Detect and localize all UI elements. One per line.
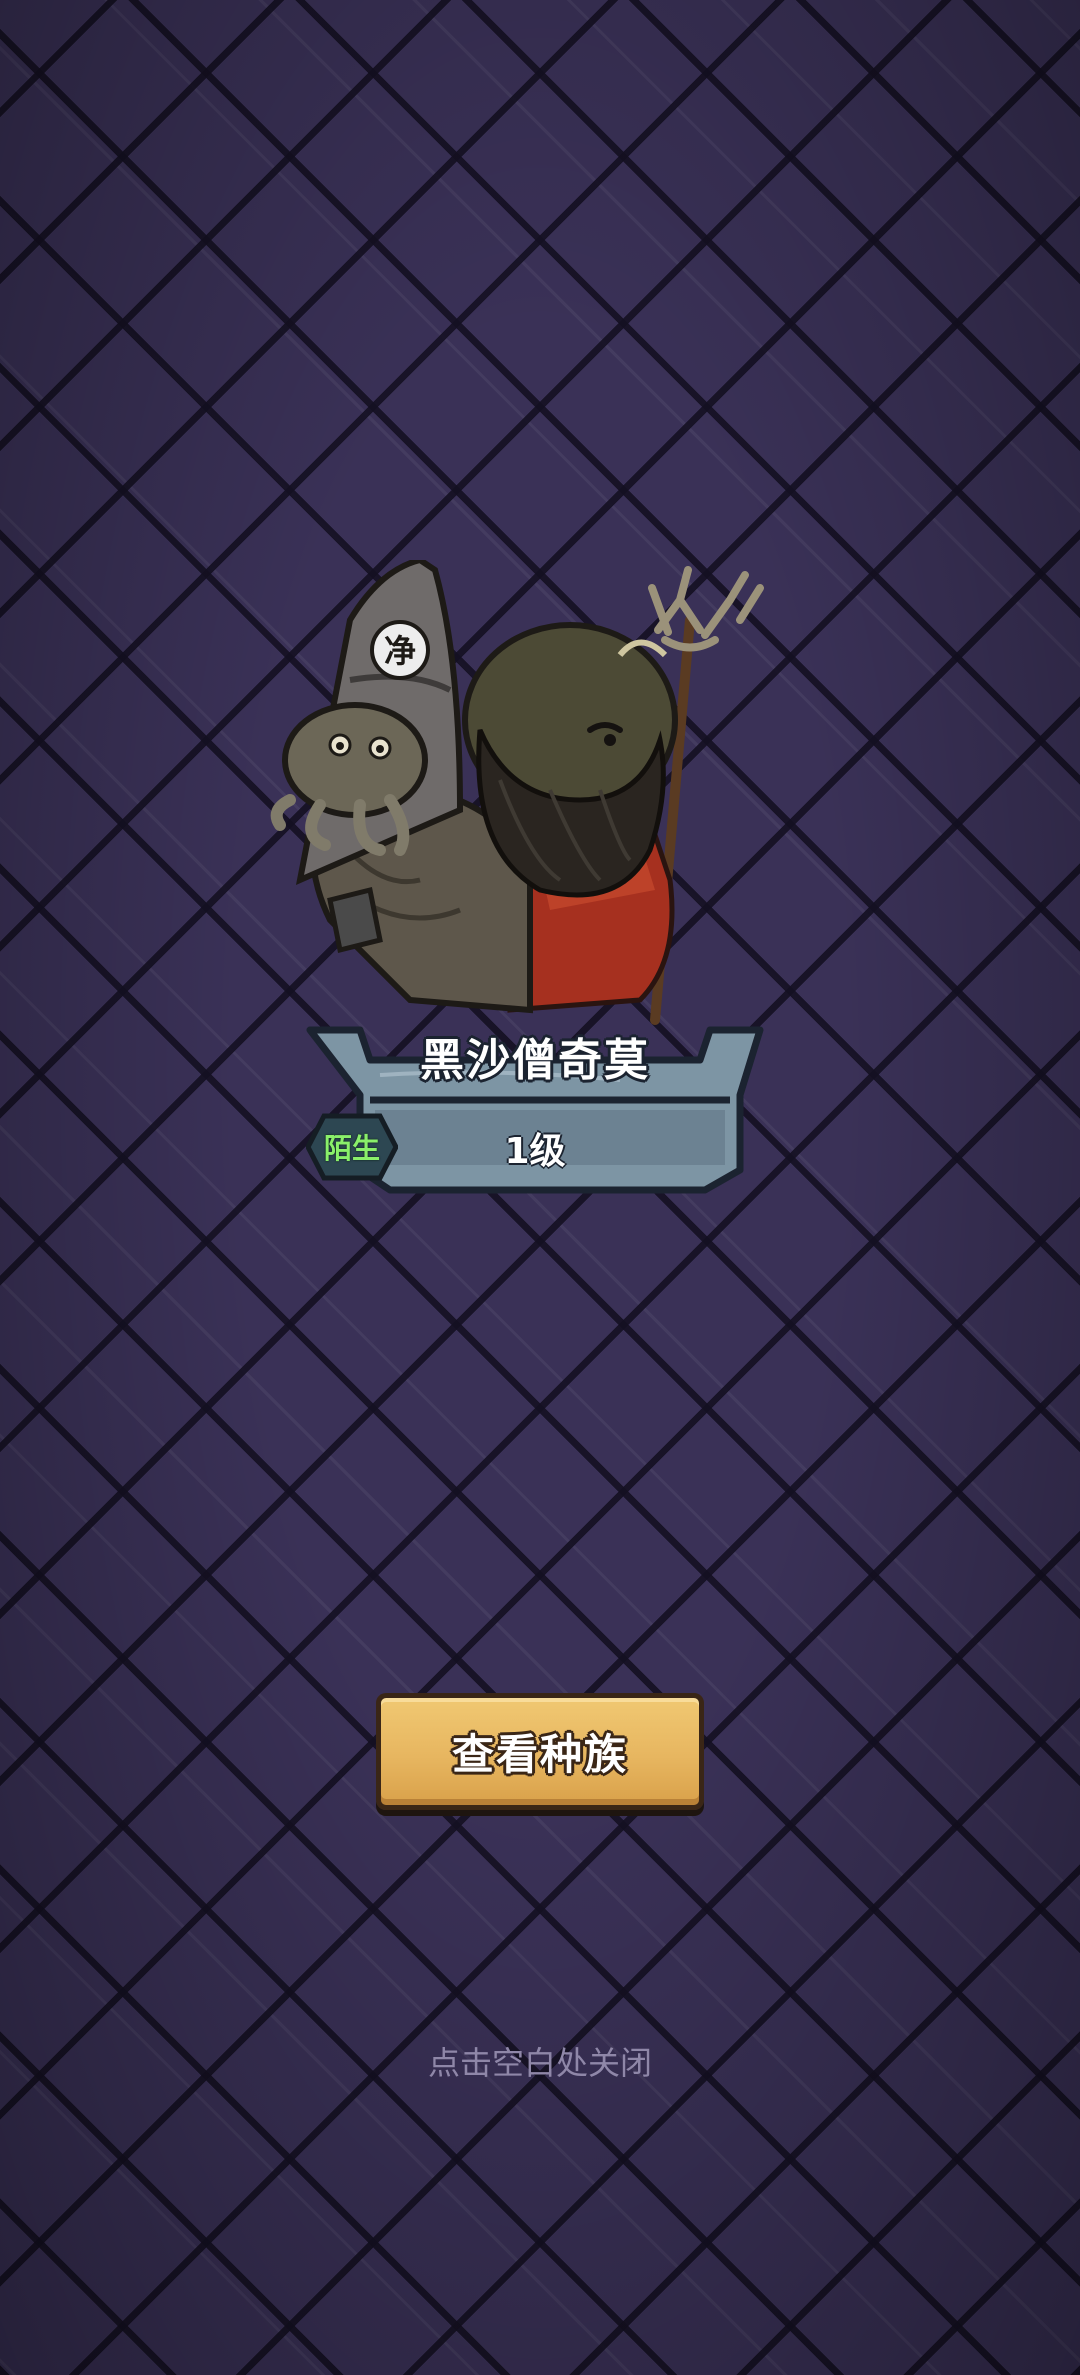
view-race-button[interactable]: 查看种族 bbox=[376, 1693, 704, 1810]
creature-name: 黑沙僧奇莫 bbox=[420, 1035, 650, 1086]
status-badge: 陌生 bbox=[306, 1112, 398, 1182]
hat-glyph: 净 bbox=[384, 632, 416, 670]
status-label: 陌生 bbox=[323, 1132, 380, 1165]
creature-level: 1级 bbox=[504, 1131, 566, 1172]
close-hint-text: 点击空白处关闭 bbox=[427, 2044, 652, 2082]
creature-portrait: 净 bbox=[270, 560, 764, 1025]
